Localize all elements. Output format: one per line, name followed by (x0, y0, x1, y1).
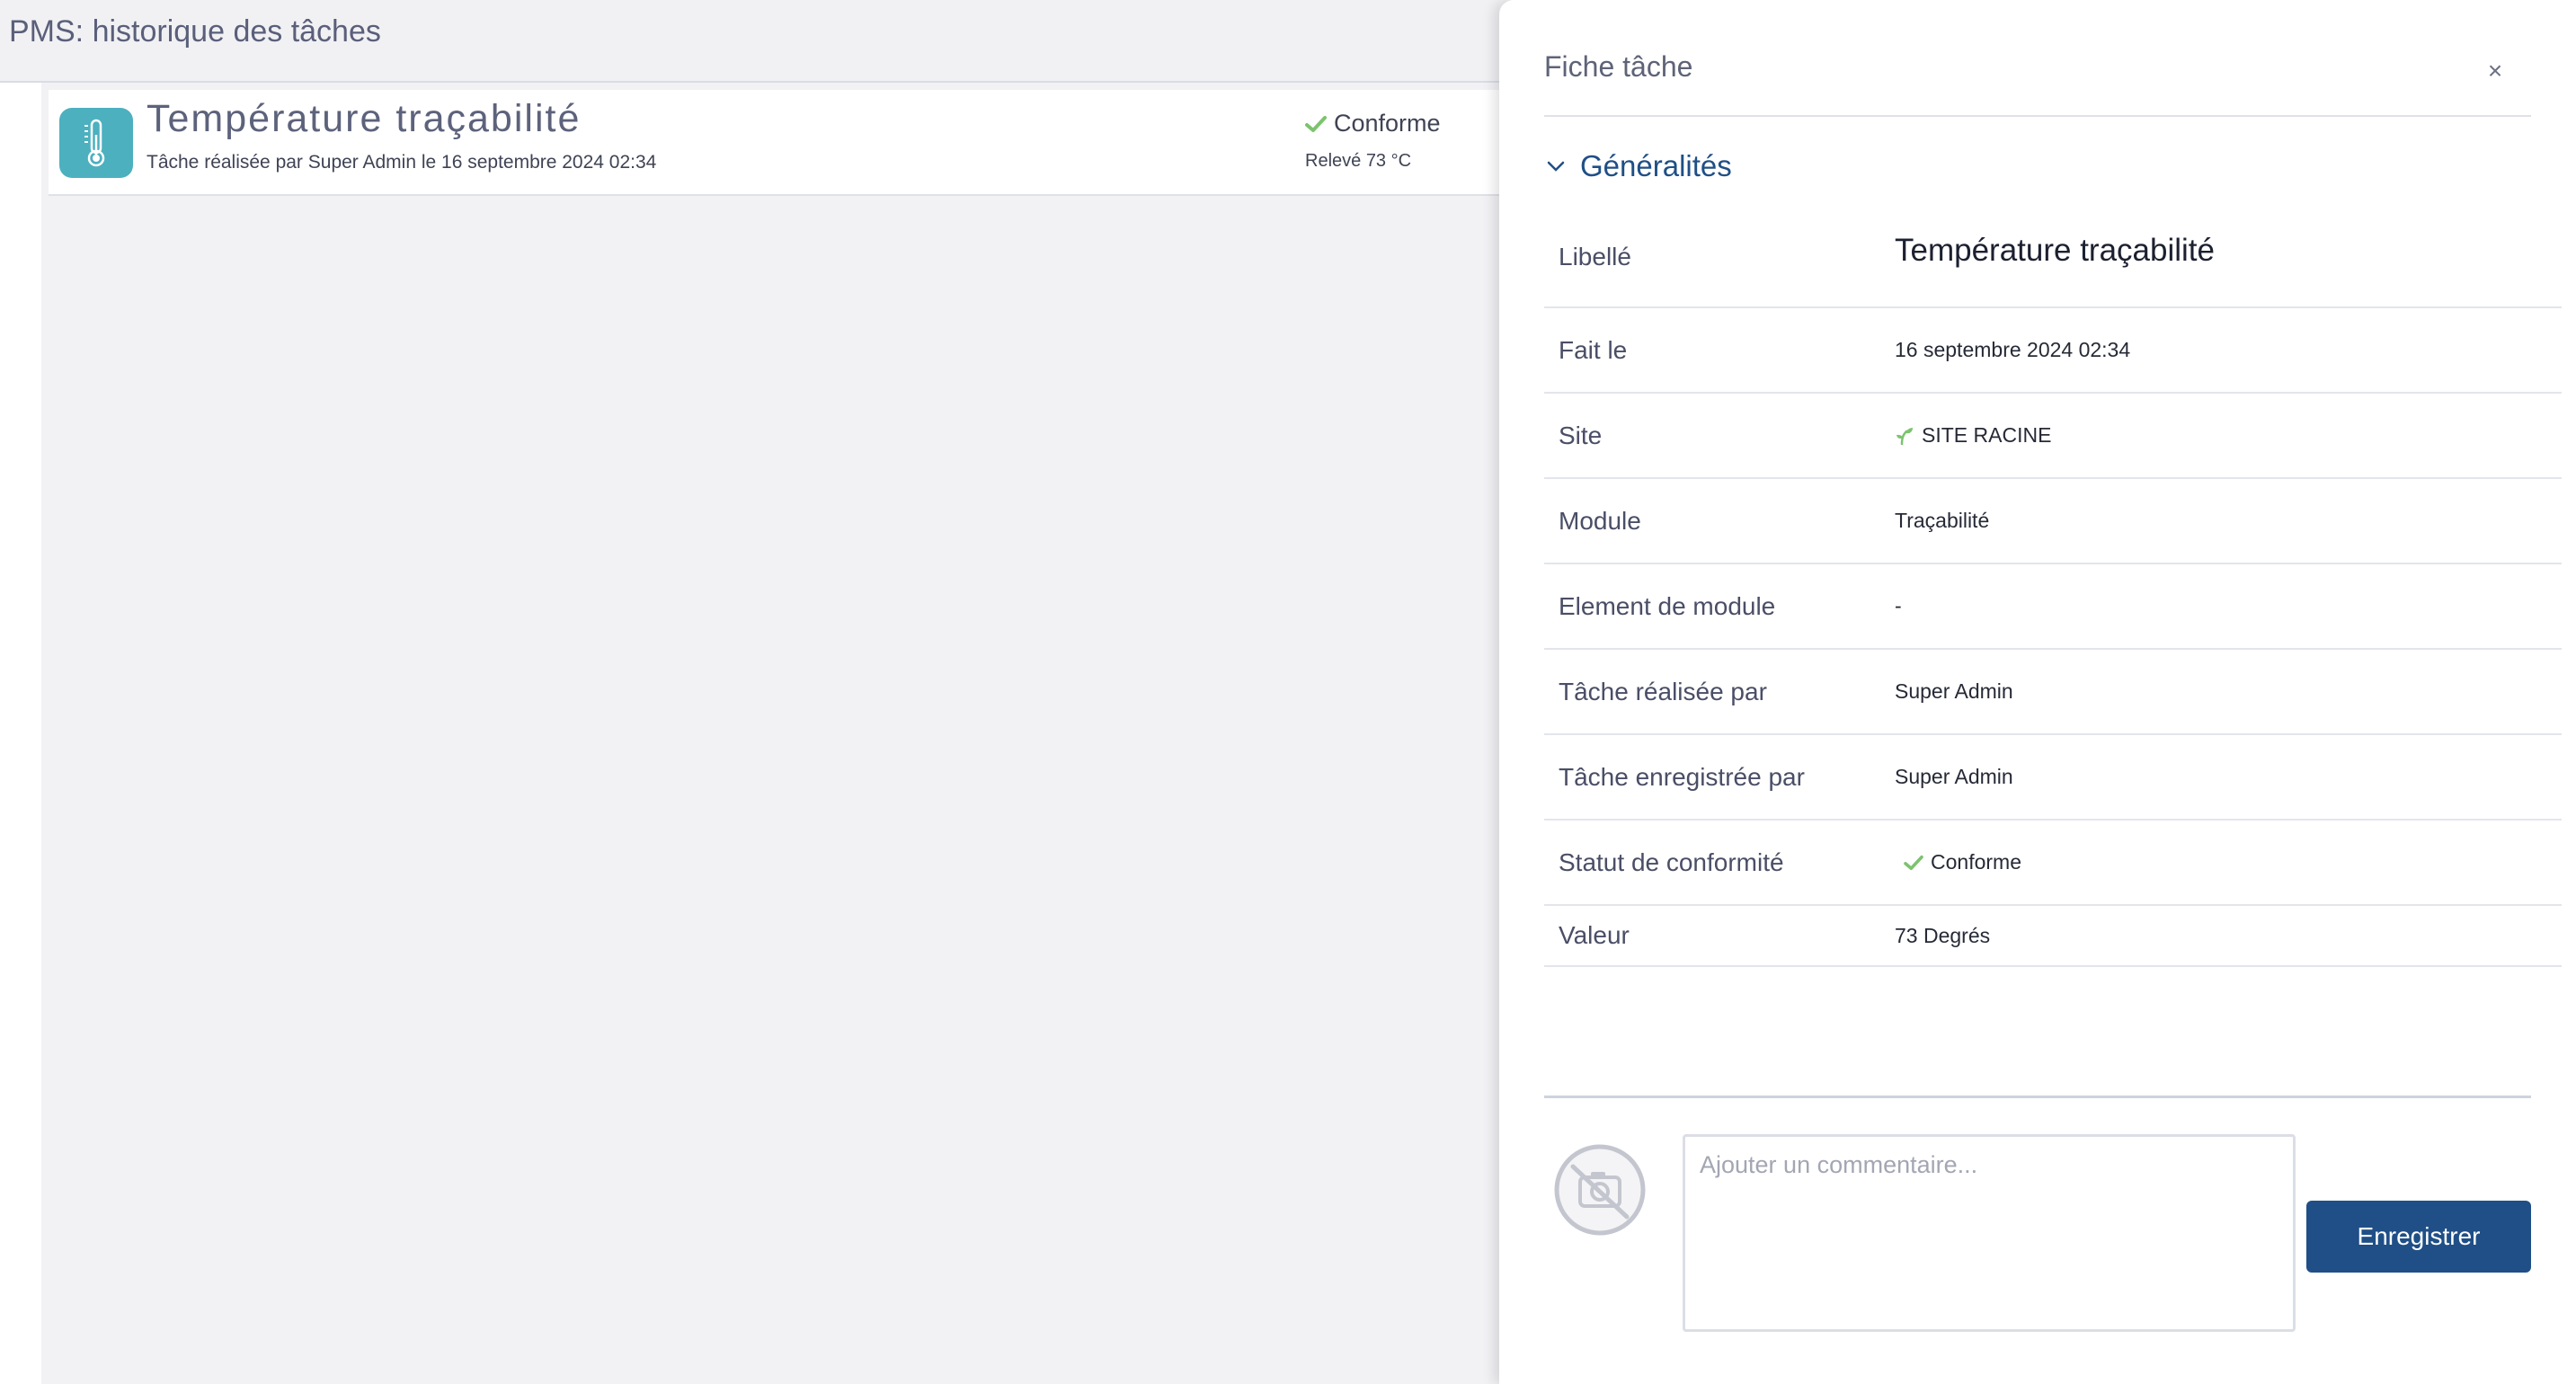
content-area (41, 83, 1499, 1384)
section-title: Généralités (1580, 149, 1732, 182)
avatar (1553, 1143, 1647, 1237)
sprout-icon (1896, 427, 1913, 445)
detail-row-statut: Statut de conformité Conforme (1544, 821, 2562, 906)
detail-value: Température traçabilité (1895, 233, 2215, 268)
detail-value: Super Admin (1895, 679, 2013, 703)
detail-label: Tâche réalisée par (1559, 677, 1767, 705)
detail-row-element: Element de module - (1544, 564, 2562, 650)
detail-row-fait-le: Fait le 16 septembre 2024 02:34 (1544, 308, 2562, 394)
page-title: PMS: historique des tâches (9, 14, 381, 49)
detail-label: Module (1559, 506, 1641, 535)
detail-value: Conforme (1895, 821, 2021, 904)
check-icon (1904, 855, 1923, 870)
detail-label: Libellé (1559, 242, 1631, 271)
detail-row-module: Module Traçabilité (1544, 479, 2562, 564)
task-status-label: Conforme (1334, 110, 1441, 137)
thermometer-icon (59, 108, 133, 178)
detail-value: 16 septembre 2024 02:34 (1895, 338, 2131, 361)
detail-value: 73 Degrés (1895, 923, 1991, 947)
detail-value: Super Admin (1895, 765, 2013, 788)
check-icon (1305, 115, 1327, 132)
detail-label: Valeur (1559, 921, 1630, 949)
save-button[interactable]: Enregistrer (2306, 1201, 2531, 1273)
task-status: Conforme (1305, 110, 1441, 138)
statut-label: Conforme (1931, 850, 2021, 874)
divider (1544, 115, 2531, 117)
task-subtitle: Tâche réalisée par Super Admin le 16 sep… (147, 152, 657, 173)
task-title: Température traçabilité (147, 97, 582, 140)
no-photo-icon (1554, 1144, 1646, 1236)
detail-row-realisee-par: Tâche réalisée par Super Admin (1544, 650, 2562, 735)
detail-label: Fait le (1559, 335, 1628, 364)
divider (1544, 1096, 2531, 1098)
page-header: PMS: historique des tâches (0, 0, 1499, 83)
detail-value: - (1895, 594, 1902, 617)
section-generalites-toggle[interactable]: Généralités (1546, 149, 1732, 183)
detail-label: Tâche enregistrée par (1559, 762, 1805, 791)
left-sidebar-strip (0, 83, 41, 1384)
detail-value: SITE RACINE (1895, 394, 2051, 477)
detail-row-site: Site SITE RACINE (1544, 394, 2562, 479)
detail-row-libelle: Libellé Température traçabilité (1544, 207, 2562, 308)
detail-label: Statut de conformité (1559, 847, 1784, 876)
close-icon[interactable]: × (2479, 56, 2511, 88)
detail-label: Element de module (1559, 591, 1776, 620)
detail-value: Traçabilité (1895, 509, 1990, 532)
comment-input[interactable] (1683, 1134, 2296, 1332)
site-name: SITE RACINE (1922, 423, 2052, 447)
task-releve: Relevé 73 °C (1305, 151, 1412, 171)
task-detail-drawer: Fiche tâche × Généralités Libellé Tempér… (1499, 0, 2576, 1384)
detail-label: Site (1559, 421, 1603, 449)
detail-row-valeur: Valeur 73 Degrés (1544, 906, 2562, 967)
chevron-down-icon (1547, 161, 1565, 172)
detail-row-enregistree-par: Tâche enregistrée par Super Admin (1544, 735, 2562, 821)
task-list-item[interactable]: Température traçabilité Tâche réalisée p… (49, 90, 1499, 196)
drawer-title: Fiche tâche (1544, 50, 1693, 83)
